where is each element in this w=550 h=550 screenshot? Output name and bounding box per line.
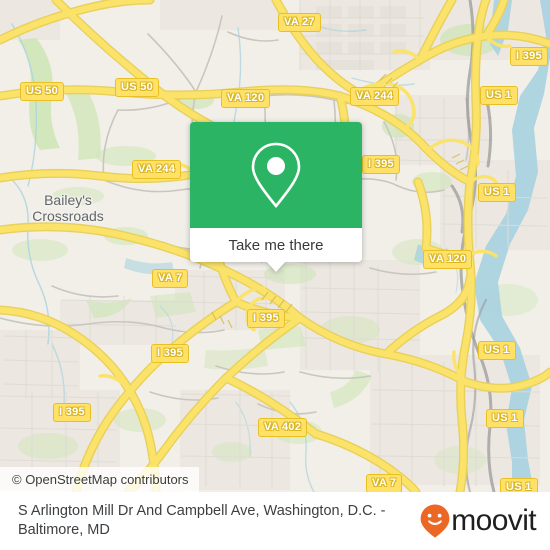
take-me-there-label: Take me there: [228, 236, 324, 254]
location-title: S Arlington Mill Dr And Campbell Ave, Wa…: [18, 503, 386, 538]
shield-va-7-s: VA 7: [366, 474, 403, 492]
shield-va-120-n: VA 120: [221, 89, 271, 108]
shield-us-1-s2: US 1: [486, 409, 524, 428]
place-label-baileys-crossroads: Bailey's Crossroads: [32, 192, 104, 224]
map-screenshot: .rd-mj { stroke:#fbe36a; stroke-linecap:…: [0, 0, 550, 550]
shield-us-1-s3: US 1: [500, 478, 538, 492]
map-callout-card[interactable]: Take me there: [190, 122, 362, 272]
shield-i-395-c: I 395: [362, 155, 400, 174]
moovit-logo: moovit: [418, 503, 537, 539]
moovit-wordmark: moovit: [451, 504, 536, 537]
shield-i-395-sw: I 395: [53, 403, 91, 422]
shield-us-50-w: US 50: [20, 82, 65, 101]
shield-i-395-m: I 395: [247, 309, 285, 328]
shield-us-1-c: US 1: [478, 183, 516, 202]
callout-action-panel[interactable]: Take me there: [190, 228, 362, 262]
shield-us-1-n: US 1: [480, 86, 518, 105]
map-canvas[interactable]: .rd-mj { stroke:#fbe36a; stroke-linecap:…: [0, 0, 550, 492]
shield-us-1-s: US 1: [478, 341, 516, 360]
moovit-smiley-pin-icon: [420, 504, 450, 538]
callout-pin-panel: [190, 122, 362, 228]
callout-pointer: [266, 261, 286, 272]
footer-bar: S Arlington Mill Dr And Campbell Ave, Wa…: [0, 492, 550, 550]
shield-va-402: VA 402: [258, 418, 308, 437]
shield-va-7-n: VA 7: [152, 269, 189, 288]
shield-va-27: VA 27: [278, 13, 321, 32]
shield-va-244-w: VA 244: [132, 160, 182, 179]
shield-us-50-e: US 50: [115, 78, 160, 97]
shield-i-395-ne: I 395: [510, 47, 548, 66]
map-attribution-bar: © OpenStreetMap contributors: [0, 467, 199, 492]
shield-i-395-w: I 395: [151, 344, 189, 363]
location-pin-icon: [251, 142, 301, 209]
attribution-text: © OpenStreetMap contributors: [12, 472, 189, 487]
shield-va-120-e: VA 120: [423, 250, 473, 269]
shield-va-244-n: VA 244: [350, 87, 400, 106]
